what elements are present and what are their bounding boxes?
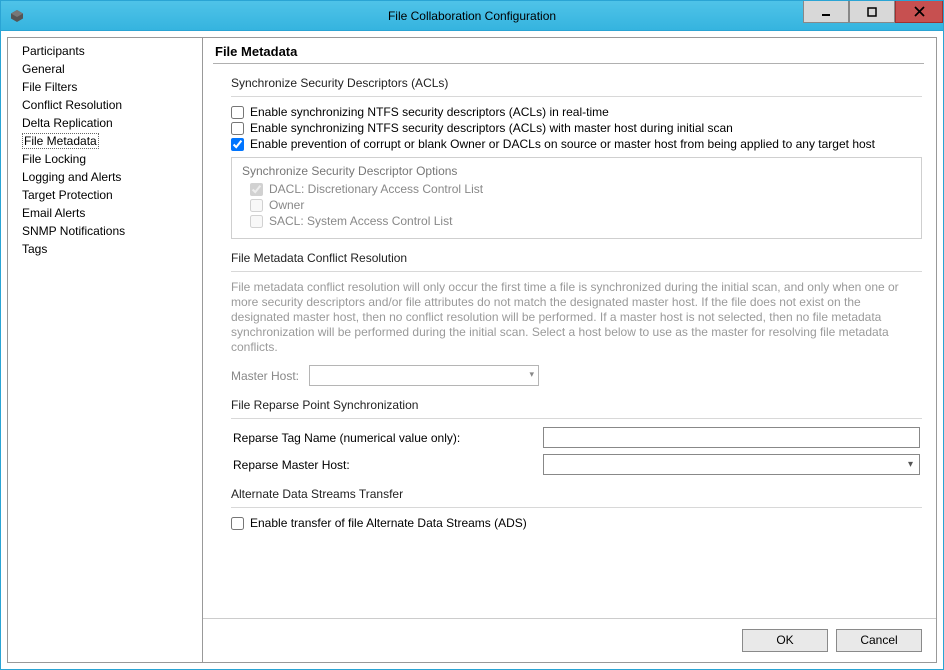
close-icon [914, 6, 925, 17]
divider [231, 418, 922, 419]
acl-opt-dacl-checkbox [250, 183, 263, 196]
acl-opt-sacl-label: SACL: System Access Control List [269, 214, 452, 228]
reparse-tag-input[interactable] [543, 427, 920, 448]
settings-panel: File Metadata Synchronize Security Descr… [203, 37, 937, 663]
master-host-label: Master Host: [231, 369, 299, 383]
sidebar-item-file-locking[interactable]: File Locking [8, 150, 202, 168]
ads-section: Alternate Data Streams Transfer Enable t… [231, 487, 922, 530]
conflict-description: File metadata conflict resolution will o… [231, 280, 922, 355]
maximize-button[interactable] [849, 1, 895, 23]
acl-section: Synchronize Security Descriptors (ACLs) … [231, 76, 922, 239]
acl-prevent-corrupt-label: Enable prevention of corrupt or blank Ow… [250, 137, 875, 151]
sidebar-item-label: Target Protection [22, 188, 113, 202]
sidebar-item-label: File Locking [22, 152, 86, 166]
acl-opt-owner-label: Owner [269, 198, 304, 212]
conflict-heading: File Metadata Conflict Resolution [231, 251, 922, 265]
divider [231, 96, 922, 97]
acl-realtime-label: Enable synchronizing NTFS security descr… [250, 105, 609, 119]
acl-opt-sacl-checkbox [250, 215, 263, 228]
ok-button[interactable]: OK [742, 629, 828, 652]
cancel-button[interactable]: Cancel [836, 629, 922, 652]
divider [231, 507, 922, 508]
acl-heading: Synchronize Security Descriptors (ACLs) [231, 76, 922, 90]
reparse-section: File Reparse Point Synchronization Repar… [231, 398, 922, 475]
acl-opt-owner-checkbox [250, 199, 263, 212]
dialog-footer: OK Cancel [203, 618, 936, 662]
sidebar-item-label: SNMP Notifications [22, 224, 125, 238]
sidebar-item-label: Tags [22, 242, 47, 256]
ads-heading: Alternate Data Streams Transfer [231, 487, 922, 501]
close-button[interactable] [895, 1, 943, 23]
sidebar-item-email-alerts[interactable]: Email Alerts [8, 204, 202, 222]
conflict-section: File Metadata Conflict Resolution File m… [231, 251, 922, 386]
sidebar-item-label: Delta Replication [22, 116, 113, 130]
ads-enable-checkbox[interactable] [231, 517, 244, 530]
category-sidebar: Participants General File Filters Confli… [7, 37, 203, 663]
acl-initialscan-label: Enable synchronizing NTFS security descr… [250, 121, 733, 135]
sidebar-item-label: File Metadata [22, 133, 99, 149]
sidebar-item-label: Conflict Resolution [22, 98, 122, 112]
reparse-tag-label: Reparse Tag Name (numerical value only): [233, 431, 543, 445]
sidebar-item-participants[interactable]: Participants [8, 42, 202, 60]
acl-opt-dacl-label: DACL: Discretionary Access Control List [269, 182, 483, 196]
titlebar: File Collaboration Configuration [1, 1, 943, 31]
minimize-button[interactable] [803, 1, 849, 23]
acl-options-group: Synchronize Security Descriptor Options … [231, 157, 922, 239]
sidebar-item-general[interactable]: General [8, 60, 202, 78]
sidebar-item-logging-alerts[interactable]: Logging and Alerts [8, 168, 202, 186]
settings-panel-inner: File Metadata Synchronize Security Descr… [203, 38, 936, 618]
maximize-icon [867, 7, 877, 17]
window-title: File Collaboration Configuration [1, 9, 943, 23]
divider [231, 271, 922, 272]
sidebar-item-target-protection[interactable]: Target Protection [8, 186, 202, 204]
chevron-down-icon: ▾ [908, 459, 913, 470]
sidebar-item-file-filters[interactable]: File Filters [8, 78, 202, 96]
sidebar-item-label: Email Alerts [22, 206, 85, 220]
sidebar-item-label: Logging and Alerts [22, 170, 121, 184]
window-controls [803, 1, 943, 30]
ads-enable-label: Enable transfer of file Alternate Data S… [250, 516, 527, 530]
minimize-icon [821, 7, 831, 17]
window: File Collaboration Configuration Partici… [0, 0, 944, 670]
divider [213, 63, 924, 64]
acl-initialscan-checkbox[interactable] [231, 122, 244, 135]
sidebar-item-delta-replication[interactable]: Delta Replication [8, 114, 202, 132]
acl-realtime-checkbox[interactable] [231, 106, 244, 119]
chevron-down-icon: ▾ [529, 369, 534, 380]
acl-prevent-corrupt-checkbox[interactable] [231, 138, 244, 151]
dialog-body: Participants General File Filters Confli… [1, 31, 943, 669]
sidebar-item-label: Participants [22, 44, 85, 58]
sidebar-item-label: File Filters [22, 80, 77, 94]
sidebar-item-conflict-resolution[interactable]: Conflict Resolution [8, 96, 202, 114]
sidebar-item-label: General [22, 62, 65, 76]
sidebar-item-file-metadata[interactable]: File Metadata [8, 132, 202, 150]
page-title: File Metadata [213, 44, 924, 63]
reparse-host-label: Reparse Master Host: [233, 458, 543, 472]
reparse-heading: File Reparse Point Synchronization [231, 398, 922, 412]
master-host-combo: ▾ [309, 365, 539, 386]
sidebar-item-tags[interactable]: Tags [8, 240, 202, 258]
reparse-host-combo[interactable]: ▾ [543, 454, 920, 475]
sidebar-item-snmp-notifications[interactable]: SNMP Notifications [8, 222, 202, 240]
app-icon [9, 8, 25, 24]
acl-options-heading: Synchronize Security Descriptor Options [242, 164, 911, 178]
